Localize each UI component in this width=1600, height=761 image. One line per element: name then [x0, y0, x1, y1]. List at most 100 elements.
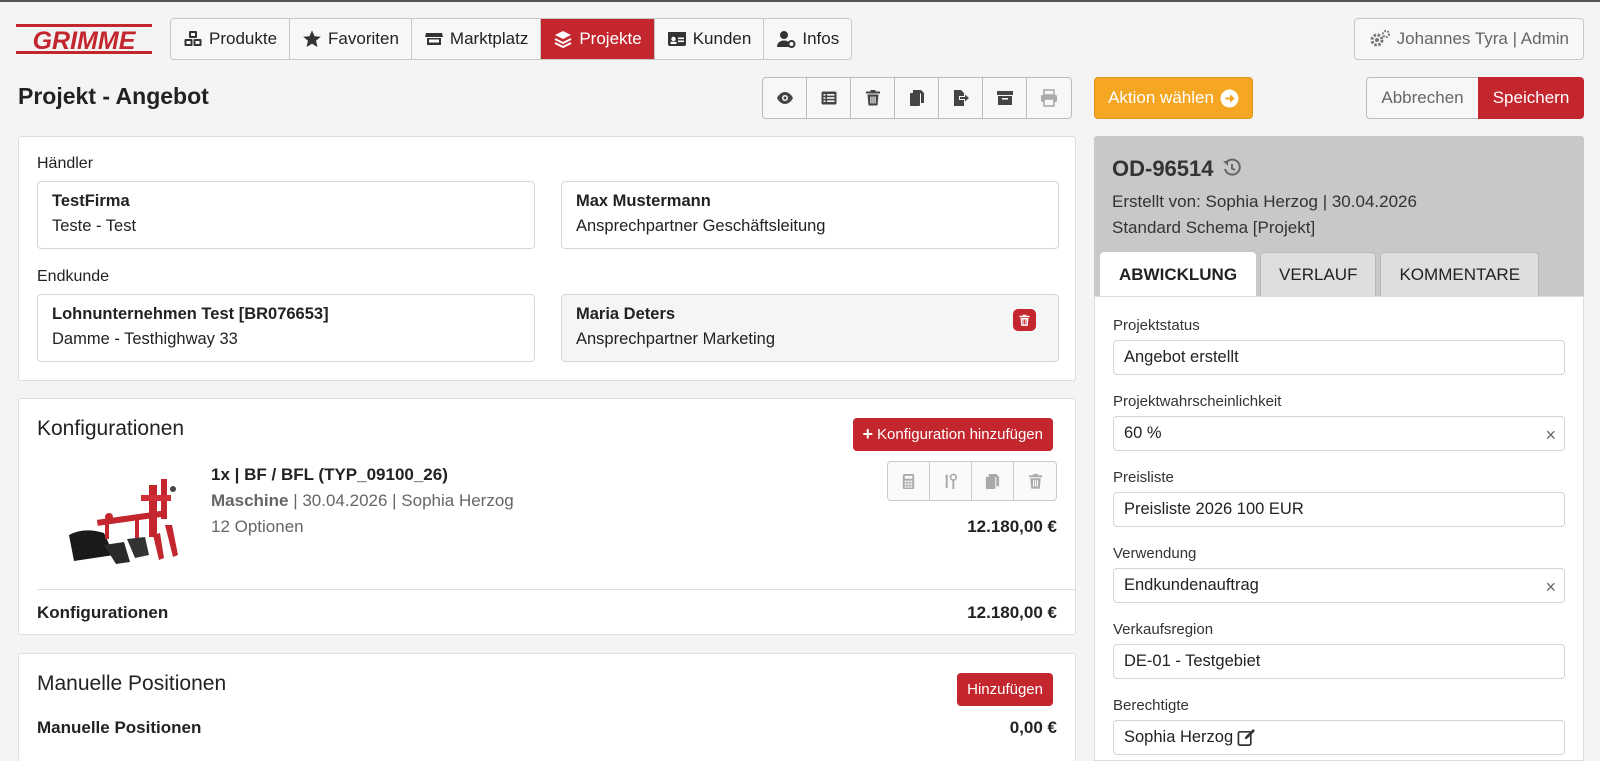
order-number: OD-96514 — [1112, 156, 1214, 181]
history-icon[interactable] — [1222, 158, 1242, 178]
manual-positions-panel: Manuelle Positionen Hinzufügen Manuelle … — [18, 653, 1076, 761]
berechtigte-value: Sophia Herzog — [1124, 728, 1234, 746]
nav-label: Marktplatz — [449, 29, 529, 48]
endkunde-company-card[interactable]: Lohnunternehmen Test [BR076653] Damme - … — [37, 294, 535, 362]
configurations-sum-value: 12.180,00 € — [967, 603, 1057, 622]
created-by: Erstellt von: Sophia Herzog | 30.04.2026 — [1112, 192, 1417, 211]
schema: Standard Schema [Projekt] — [1112, 218, 1316, 237]
parties-panel: Händler TestFirma Teste - Test Max Muste… — [18, 136, 1076, 381]
nav-label: Kunden — [692, 29, 752, 48]
save-button[interactable]: Speichern — [1478, 77, 1584, 119]
preview-button[interactable] — [763, 78, 807, 118]
abwicklung-form: Projektstatus Angebot erstellt Projektwa… — [1094, 296, 1584, 761]
nav-label: Favoriten — [328, 29, 399, 48]
order-side-panel: OD-96514 Erstellt von: Sophia Herzog | 3… — [1094, 136, 1584, 761]
projektstatus-select[interactable]: Angebot erstellt — [1113, 340, 1565, 375]
page-title: Projekt - Angebot — [18, 83, 209, 109]
cancel-button[interactable]: Abbrechen — [1366, 77, 1478, 119]
manual-positions-title: Manuelle Positionen — [37, 672, 227, 695]
copy-icon — [909, 90, 924, 106]
field-label-berechtigte: Berechtigte — [1113, 697, 1189, 714]
choose-action-button[interactable]: Aktion wählen — [1094, 77, 1253, 119]
configuration-toolbar — [887, 461, 1057, 501]
haendler-contact-name: Max Mustermann — [576, 192, 711, 210]
tab-verlauf[interactable]: VERLAUF — [1260, 252, 1377, 296]
grimme-logo[interactable]: GRIMME — [16, 24, 152, 54]
configuration-options: 12 Optionen — [211, 517, 304, 536]
project-toolbar — [762, 77, 1072, 119]
verwendung-value: Endkundenauftrag — [1124, 576, 1259, 594]
haendler-contact-card[interactable]: Max Mustermann Ansprechpartner Geschäfts… — [561, 181, 1059, 249]
svg-text:GRIMME: GRIMME — [33, 27, 137, 54]
calculate-button[interactable] — [888, 462, 930, 500]
configuration-meta: Maschine | 30.04.2026 | Sophia Herzog — [211, 491, 514, 511]
configuration-price: 12.180,00 € — [967, 517, 1057, 536]
haendler-label: Händler — [37, 155, 94, 172]
delete-configuration-button[interactable] — [1014, 462, 1056, 500]
manual-positions-sum-value: 0,00 € — [1009, 718, 1057, 737]
haendler-company-location: Teste - Test — [52, 217, 137, 235]
trash-icon — [1019, 314, 1030, 326]
copy-icon — [985, 473, 1000, 489]
manual-positions-sum-label: Manuelle Positionen — [37, 718, 202, 737]
id-card-icon — [667, 32, 686, 46]
nav-label: Infos — [802, 29, 840, 48]
eye-icon — [776, 92, 793, 104]
delete-button[interactable] — [851, 78, 895, 118]
configuration-date-author: | 30.04.2026 | Sophia Herzog — [288, 491, 514, 510]
add-configuration-button[interactable]: + Konfiguration hinzufügen — [852, 418, 1053, 451]
clear-icon[interactable]: × — [1545, 577, 1556, 598]
verwendung-select[interactable]: Endkundenauftrag × — [1113, 568, 1565, 603]
duplicate-button[interactable] — [895, 78, 939, 118]
endkunde-label: Endkunde — [37, 268, 110, 285]
nav-produkte[interactable]: Produkte — [171, 19, 291, 59]
edit-icon[interactable] — [1237, 728, 1256, 747]
configure-button[interactable] — [930, 462, 972, 500]
archive-button[interactable] — [983, 78, 1027, 118]
list-icon — [821, 91, 836, 105]
field-label-verwendung: Verwendung — [1113, 545, 1197, 562]
window-top-border — [0, 0, 1600, 2]
add-manual-position-button[interactable]: Hinzufügen — [957, 673, 1053, 706]
clear-icon[interactable]: × — [1545, 425, 1556, 446]
duplicate-configuration-button[interactable] — [972, 462, 1014, 500]
export-icon — [953, 90, 969, 106]
nav-label: Projekte — [579, 29, 642, 48]
user-cog-icon — [777, 31, 796, 48]
berechtigte-field[interactable]: Sophia Herzog — [1113, 720, 1565, 755]
plus-icon: + — [862, 424, 874, 444]
haendler-contact-role: Ansprechpartner Geschäftsleitung — [576, 217, 826, 235]
tab-abwicklung[interactable]: ABWICKLUNG — [1100, 252, 1257, 296]
preisliste-select[interactable]: Preisliste 2026 100 EUR — [1113, 492, 1565, 527]
configuration-title[interactable]: 1x | BF / BFL (TYP_09100_26) — [211, 465, 448, 485]
cubes-icon — [184, 31, 202, 46]
field-label-projektstatus: Projektstatus — [1113, 317, 1200, 334]
endkunde-contact-name: Maria Deters — [576, 305, 676, 323]
export-button[interactable] — [939, 78, 983, 118]
wahrscheinlichkeit-select[interactable]: 60 % × — [1113, 416, 1565, 451]
configurations-title: Konfigurationen — [37, 417, 185, 440]
verkaufsregion-select[interactable]: DE-01 - Testgebiet — [1113, 644, 1565, 679]
nav-kunden[interactable]: Kunden — [654, 19, 765, 59]
tab-kommentare[interactable]: KOMMENTARE — [1380, 252, 1540, 296]
print-button[interactable] — [1027, 78, 1071, 118]
projektstatus-value: Angebot erstellt — [1124, 348, 1239, 366]
user-menu-button[interactable]: Johannes Tyra | Admin — [1353, 18, 1584, 60]
wahrscheinlichkeit-value: 60 % — [1124, 424, 1162, 442]
nav-favoriten[interactable]: Favoriten — [290, 19, 412, 59]
arrow-circle-right-icon — [1220, 89, 1239, 107]
haendler-company-card[interactable]: TestFirma Teste - Test — [37, 181, 535, 249]
nav-projekte[interactable]: Projekte — [541, 19, 655, 59]
list-button[interactable] — [807, 78, 851, 118]
field-label-preisliste: Preisliste — [1113, 469, 1174, 486]
nav-infos[interactable]: Infos — [764, 19, 852, 59]
remove-contact-button[interactable] — [1013, 309, 1036, 331]
trash-icon — [1028, 473, 1042, 489]
nav-label: Produkte — [209, 29, 278, 48]
endkunde-company-name: Lohnunternehmen Test [BR076653] — [52, 305, 329, 323]
endkunde-contact-card[interactable]: Maria Deters Ansprechpartner Marketing — [561, 294, 1059, 362]
user-name: Johannes Tyra | Admin — [1396, 29, 1569, 48]
haendler-company-name: TestFirma — [52, 192, 130, 210]
machine-image[interactable] — [49, 465, 189, 575]
nav-marktplatz[interactable]: Marktplatz — [411, 19, 542, 59]
